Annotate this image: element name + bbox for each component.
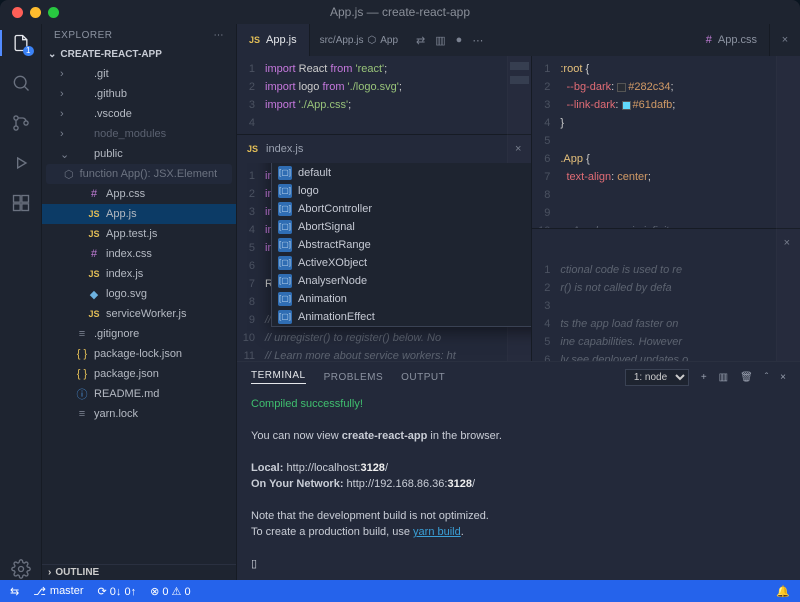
breadcrumb-symbol[interactable]: App	[380, 35, 398, 46]
tab-app-js[interactable]: JS App.js	[237, 24, 310, 56]
close-group-icon[interactable]: ×	[770, 34, 800, 46]
tree-item[interactable]: ◆logo.svg	[42, 284, 236, 304]
close-window-icon[interactable]	[12, 7, 23, 18]
file-tree: ›.git›.github›.vscode›node_modules⌄publi…	[42, 62, 236, 564]
tree-item[interactable]: ›.github	[42, 84, 236, 104]
tree-item[interactable]: JSserviceWorker.js	[42, 304, 236, 324]
notifications-icon[interactable]: 🔔	[776, 585, 790, 598]
status-bar: ⇆ ⎇master ⟳ 0↓ 0↑ ⊗ 0 ⚠ 0 🔔	[0, 580, 800, 602]
suggest-item[interactable]: [▢]ActiveXObject	[272, 254, 531, 272]
problems-tab[interactable]: PROBLEMS	[324, 372, 384, 383]
extensions-icon[interactable]	[10, 192, 32, 214]
tree-item[interactable]: ⌄public	[42, 144, 236, 164]
new-terminal-icon[interactable]: +	[701, 372, 707, 383]
chevron-right-icon: ›	[48, 567, 51, 578]
close-panel-icon[interactable]: ×	[780, 372, 786, 383]
terminal-output[interactable]: Compiled successfully! You can now view …	[237, 392, 800, 580]
trash-icon[interactable]: 🗑	[740, 372, 753, 383]
tree-item[interactable]: ›.git	[42, 64, 236, 84]
tab-index-js[interactable]: index.js	[266, 143, 303, 155]
suggest-item[interactable]: [▢]AbortSignal	[272, 218, 531, 236]
minimap[interactable]	[776, 56, 800, 361]
breadcrumb-path[interactable]: src/App.js	[320, 35, 364, 46]
suggest-item[interactable]: [▢]AnimationEffect	[272, 308, 531, 326]
title-bar: App.js — create-react-app	[0, 0, 800, 24]
editor-index-js[interactable]: × [◇]App[▢]React[▢]arguments[▢]default[▢…	[237, 163, 531, 361]
more-icon[interactable]: ⋯	[214, 30, 225, 41]
tree-item[interactable]: ≡yarn.lock	[42, 404, 236, 424]
editor-index-js-group: JS index.js × × [◇]App[▢]React[▢]argumen…	[237, 134, 531, 361]
git-branch[interactable]: ⎇master	[33, 585, 83, 598]
outline-section[interactable]: › OUTLINE	[42, 564, 236, 580]
explorer-icon[interactable]: 1	[10, 32, 32, 54]
tree-item[interactable]: #index.css	[42, 244, 236, 264]
terminal-tab[interactable]: TERMINAL	[251, 370, 306, 384]
output-tab[interactable]: OUTPUT	[401, 372, 445, 383]
editor-comments[interactable]: 1ctional code is used to re2r() is not c…	[532, 257, 800, 361]
explorer-title: EXPLORER	[54, 30, 112, 41]
explorer-badge: 1	[23, 46, 33, 56]
maximize-panel-icon[interactable]: ˆ	[765, 372, 768, 383]
tree-item[interactable]: ›node_modules	[42, 124, 236, 144]
scm-icon[interactable]	[10, 112, 32, 134]
tree-item[interactable]: JSindex.js	[42, 264, 236, 284]
suggest-item[interactable]: [▢]AbortController	[272, 200, 531, 218]
intellisense-popup: × [◇]App[▢]React[▢]arguments[▢]default[▢…	[271, 163, 531, 327]
explorer-sidebar: EXPLORER ⋯ ⌄ CREATE-REACT-APP ›.git›.git…	[42, 24, 237, 580]
activity-bar: 1	[0, 24, 42, 580]
editor-right-lower: × 1ctional code is used to re2r() is not…	[532, 228, 800, 361]
tree-item[interactable]: JSApp.test.js	[42, 224, 236, 244]
chevron-down-icon: ⌄	[48, 49, 56, 60]
search-icon[interactable]	[10, 72, 32, 94]
suggest-item[interactable]: [▢]default	[272, 164, 531, 182]
signature-hint: ⬡function App(): JSX.Element	[46, 164, 232, 184]
remote-indicator[interactable]: ⇆	[10, 585, 19, 598]
tree-item[interactable]: JSApp.js	[42, 204, 236, 224]
minimize-window-icon[interactable]	[30, 7, 41, 18]
terminal-picker[interactable]: 1: node	[625, 369, 689, 386]
zoom-window-icon[interactable]	[48, 7, 59, 18]
css-file-icon: #	[706, 34, 712, 46]
js-file-icon: JS	[249, 35, 260, 45]
cube-icon: ⬡	[368, 35, 377, 46]
suggest-item[interactable]: [▢]Animation	[272, 290, 531, 308]
tree-item[interactable]: ›.vscode	[42, 104, 236, 124]
suggest-item[interactable]: [▢]AbstractRange	[272, 236, 531, 254]
editor-tabs: JS App.js src/App.js ⬡ App ⇄ ▥ ● ⋯	[237, 24, 800, 56]
split-terminal-icon[interactable]: ▥	[719, 372, 728, 383]
tree-item[interactable]: ≡.gitignore	[42, 324, 236, 344]
gear-icon[interactable]	[10, 558, 32, 580]
tab-overflow-icon[interactable]: ⋯	[472, 34, 483, 47]
traffic-lights	[12, 7, 59, 18]
compare-icon[interactable]: ⇄	[416, 34, 425, 47]
problems-status[interactable]: ⊗ 0 ⚠ 0	[150, 585, 190, 598]
debug-icon[interactable]	[10, 152, 32, 174]
tree-item[interactable]: { }package-lock.json	[42, 344, 236, 364]
suggest-item[interactable]: [▢]logo	[272, 182, 531, 200]
tab-more-icon[interactable]: ●	[456, 34, 463, 47]
split-icon[interactable]: ▥	[435, 34, 445, 47]
js-file-icon: JS	[247, 144, 258, 154]
tree-item[interactable]: #App.css	[42, 184, 236, 204]
tab-app-css[interactable]: # App.css	[694, 24, 770, 56]
tree-item[interactable]: ⓘREADME.md	[42, 384, 236, 404]
tree-item[interactable]: { }package.json	[42, 364, 236, 384]
window-title: App.js — create-react-app	[0, 5, 800, 19]
bottom-panel: TERMINAL PROBLEMS OUTPUT 1: node + ▥ 🗑 ˆ…	[237, 361, 800, 580]
git-sync[interactable]: ⟳ 0↓ 0↑	[98, 585, 137, 598]
project-root[interactable]: ⌄ CREATE-REACT-APP	[42, 47, 236, 62]
suggest-item[interactable]: [▢]AnalyserNode	[272, 272, 531, 290]
